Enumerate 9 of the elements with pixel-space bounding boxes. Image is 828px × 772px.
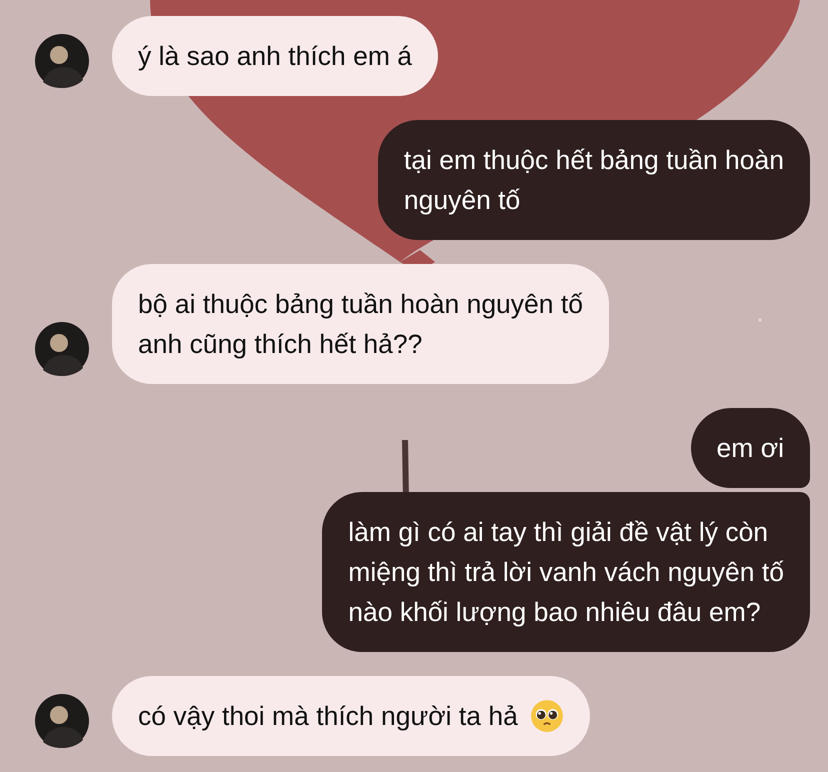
message-text: làm gì có ai tay thì giải đề vật lý còn miệng thì trả lời vanh vách nguyên tố nào khối lượng bao nhiêu đâu em?: [348, 516, 784, 629]
message-text: em ơi: [716, 432, 784, 465]
avatar-icon[interactable]: [35, 34, 89, 88]
avatar-icon[interactable]: [35, 694, 89, 748]
message-text: tại em thuộc hết bảng tuần hoàn nguyên tố: [404, 144, 784, 217]
avatar-icon[interactable]: [35, 322, 89, 376]
message-text: có vậy thoi mà thích người ta hả: [138, 700, 518, 733]
message-text: ý là sao anh thích em á: [138, 40, 412, 73]
message-text: bộ ai thuộc bảng tuần hoàn nguyên tố anh cũng thích hết hả??: [138, 288, 583, 361]
